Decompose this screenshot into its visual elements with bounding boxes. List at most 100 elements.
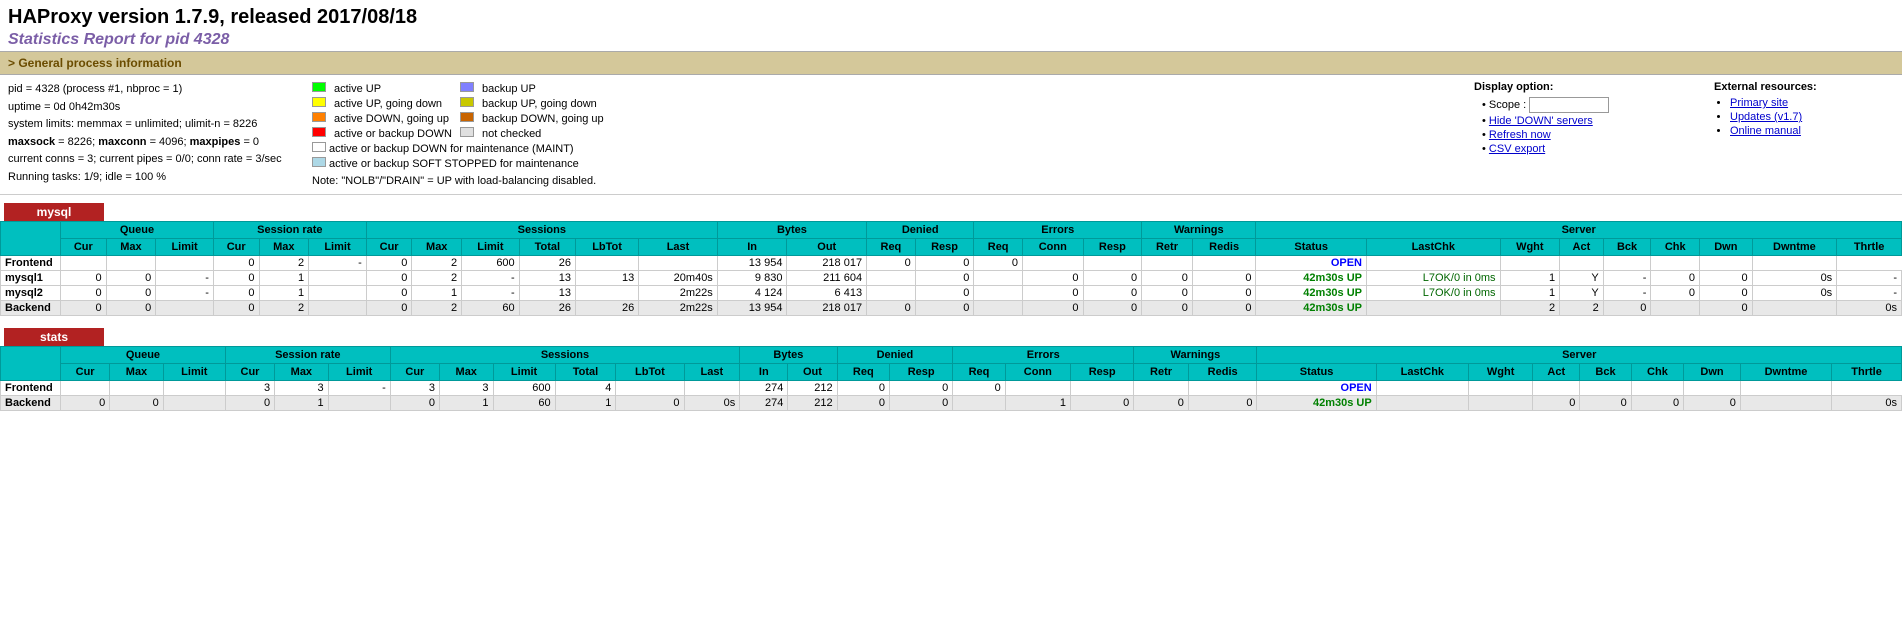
th-s-total2: Total — [555, 364, 616, 381]
th-warnings: Warnings — [1142, 222, 1256, 239]
td: 2m22s — [639, 286, 718, 301]
td: - — [1837, 271, 1902, 286]
td — [1700, 256, 1753, 271]
td: 0 — [366, 301, 412, 316]
updates-item: Updates (v1.7) — [1730, 111, 1894, 123]
backup-up-color — [460, 82, 474, 92]
th-s-lbtot: LbTot — [575, 239, 638, 256]
display-options-list: • Scope : • Hide 'DOWN' servers • Refres… — [1474, 97, 1694, 155]
csv-export-option: • CSV export — [1482, 143, 1694, 155]
th-b-out2: Out — [788, 364, 837, 381]
th-dwntme2: Dwntme — [1740, 364, 1831, 381]
th-thrtle2: Thrtle — [1832, 364, 1902, 381]
scope-input[interactable] — [1529, 97, 1609, 113]
td: 0 — [1580, 396, 1631, 411]
td — [1071, 381, 1134, 396]
td: 212 — [788, 381, 837, 396]
td: 0 — [1700, 301, 1753, 316]
general-info-section-header[interactable]: General process information — [0, 51, 1902, 75]
td: 13 — [519, 286, 575, 301]
td — [1192, 256, 1256, 271]
th-status: Status — [1256, 239, 1367, 256]
online-manual-item: Online manual — [1730, 125, 1894, 137]
th-bck2: Bck — [1580, 364, 1631, 381]
td: 4 — [555, 381, 616, 396]
th-wght: Wght — [1500, 239, 1560, 256]
online-manual-link[interactable]: Online manual — [1730, 125, 1801, 137]
td: 60 — [493, 396, 555, 411]
hide-down-link[interactable]: Hide 'DOWN' servers — [1489, 115, 1593, 127]
td — [163, 396, 225, 411]
stats-backend-row: Backend 00 01 0160100s 274212 00 10 00 4… — [1, 396, 1902, 411]
td — [974, 286, 1023, 301]
th-dwn: Dwn — [1700, 239, 1753, 256]
td: 0 — [1684, 396, 1741, 411]
td: 0 — [1700, 286, 1753, 301]
page-header: HAProxy version 1.7.9, released 2017/08/… — [0, 0, 1902, 51]
td — [309, 271, 367, 286]
td: 0 — [1022, 301, 1083, 316]
td: 26 — [519, 256, 575, 271]
td: 0 — [61, 286, 107, 301]
td — [1631, 381, 1683, 396]
th-s-limit2: Limit — [493, 364, 555, 381]
td: 0 — [1651, 271, 1700, 286]
td — [61, 381, 110, 396]
legend-item — [308, 81, 330, 96]
th-d-resp2: Resp — [890, 364, 953, 381]
td: 0 — [1022, 271, 1083, 286]
stats-frontend-row: Frontend 33- 336004 274212 00 0 OPEN — [1, 381, 1902, 396]
primary-site-link[interactable]: Primary site — [1730, 97, 1788, 109]
th-server: Server — [1256, 222, 1902, 239]
td — [1469, 396, 1533, 411]
td — [1752, 256, 1837, 271]
td — [309, 286, 367, 301]
legend-panel: active UP backup UP active UP, going dow… — [308, 81, 1454, 188]
td — [1134, 381, 1189, 396]
td: 3 — [439, 381, 493, 396]
stats-frontend-name: Frontend — [1, 381, 61, 396]
td: 1 — [555, 396, 616, 411]
td: 0 — [915, 271, 974, 286]
td: 0 — [616, 396, 684, 411]
th-w-redis2: Redis — [1188, 364, 1257, 381]
td — [1022, 256, 1083, 271]
td: 0 — [1700, 271, 1753, 286]
th-queue2: Queue — [61, 347, 226, 364]
legend-label: active or backup DOWN — [330, 126, 456, 141]
th-e-conn: Conn — [1022, 239, 1083, 256]
td: 3 — [275, 381, 329, 396]
td: 0 — [213, 301, 259, 316]
legend-label: active DOWN, going up — [330, 111, 456, 126]
stats-proxy-section: stats Queue Session rate Sessions Bytes … — [0, 324, 1902, 411]
current-conns: current conns = 3; current pipes = 0/0; … — [8, 151, 288, 169]
csv-export-link[interactable]: CSV export — [1489, 143, 1545, 155]
updates-link[interactable]: Updates (v1.7) — [1730, 111, 1802, 123]
td: 212 — [788, 396, 837, 411]
external-resources-panel: External resources: Primary site Updates… — [1714, 81, 1894, 188]
th-q-limit2: Limit — [163, 364, 225, 381]
legend-note: Note: "NOLB"/"DRAIN" = UP with load-bala… — [308, 171, 608, 188]
td: - — [328, 381, 390, 396]
mysql-proxy-section: mysql Queue Session rate Sessions Bytes … — [0, 199, 1902, 316]
th-session-rate2: Session rate — [225, 347, 390, 364]
td: 0 — [1134, 396, 1189, 411]
td: 2m22s — [639, 301, 718, 316]
td — [163, 381, 225, 396]
th-queue: Queue — [61, 222, 214, 239]
td: 0 — [915, 301, 974, 316]
legend-item — [308, 96, 330, 111]
th-q-limit: Limit — [156, 239, 214, 256]
th-empty — [1, 222, 61, 256]
refresh-now-link[interactable]: Refresh now — [1489, 129, 1551, 141]
td: 1 — [412, 286, 462, 301]
th-sessions: Sessions — [366, 222, 717, 239]
td: 0 — [953, 381, 1005, 396]
td: 0 — [366, 286, 412, 301]
td — [1740, 381, 1831, 396]
td: 1 — [1005, 396, 1070, 411]
td: 0 — [867, 256, 916, 271]
td: 600 — [462, 256, 520, 271]
legend-item: active or backup SOFT STOPPED for mainte… — [308, 156, 608, 171]
mysql-frontend-row: Frontend 02- 0260026 13 954218 017 00 0 … — [1, 256, 1902, 271]
